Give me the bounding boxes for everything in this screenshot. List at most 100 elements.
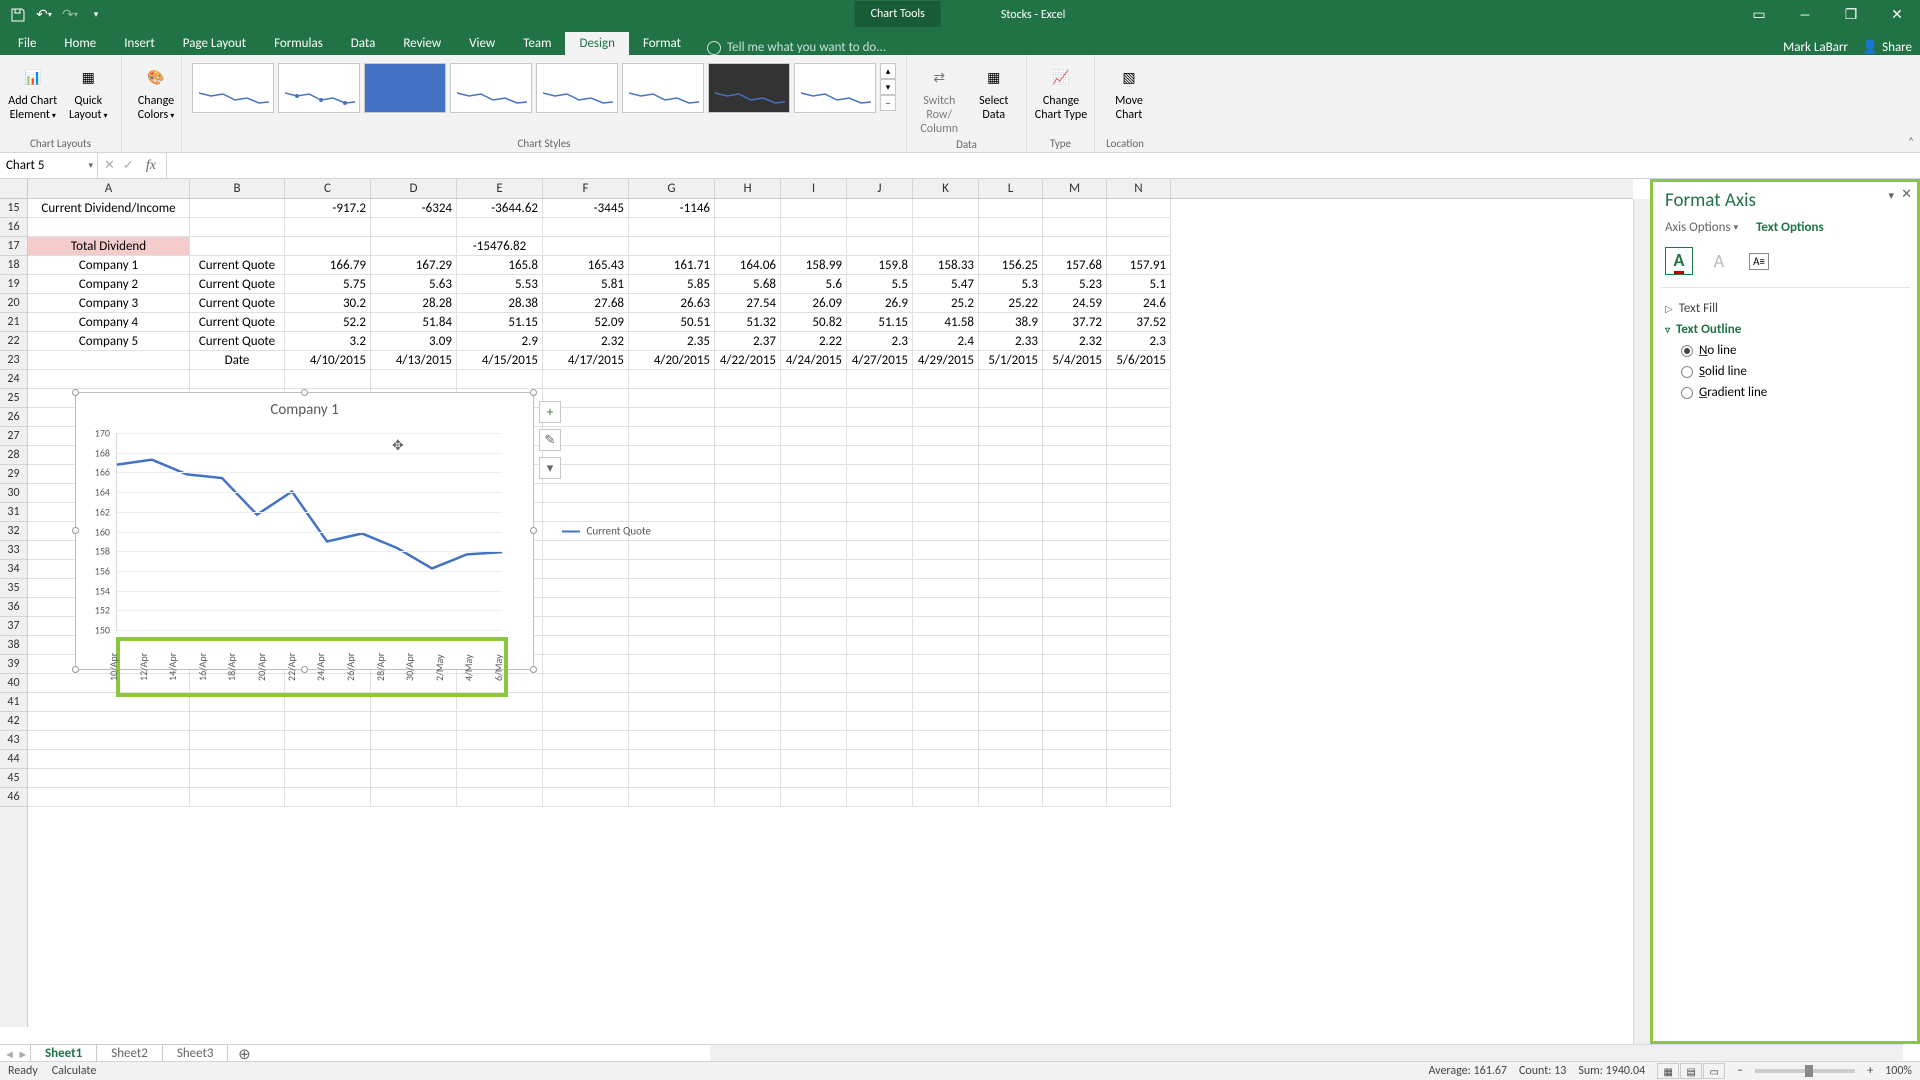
cell[interactable]: 50.51 [629, 313, 715, 332]
cell[interactable] [715, 674, 781, 693]
cell[interactable] [543, 731, 629, 750]
cell[interactable] [543, 598, 629, 617]
cell[interactable]: 26.9 [847, 294, 913, 313]
cell[interactable] [1107, 579, 1171, 598]
chart-style-7[interactable] [708, 63, 790, 113]
cell[interactable] [913, 484, 979, 503]
cell[interactable] [979, 427, 1043, 446]
cell[interactable]: 166.79 [285, 256, 371, 275]
cell[interactable] [457, 788, 543, 807]
cell[interactable] [847, 541, 913, 560]
cell[interactable] [913, 560, 979, 579]
cell[interactable] [781, 370, 847, 389]
cell[interactable] [781, 769, 847, 788]
cell[interactable]: 2.3 [847, 332, 913, 351]
cell[interactable]: 5.6 [781, 275, 847, 294]
chart-style-2[interactable] [278, 63, 360, 113]
resize-handle[interactable] [530, 389, 537, 396]
cell[interactable] [847, 484, 913, 503]
cell[interactable] [371, 218, 457, 237]
cell[interactable] [190, 731, 285, 750]
cell[interactable] [979, 750, 1043, 769]
cell[interactable] [913, 370, 979, 389]
cell[interactable] [847, 636, 913, 655]
cell[interactable] [629, 617, 715, 636]
cell[interactable] [543, 237, 629, 256]
cell[interactable] [979, 731, 1043, 750]
row-header[interactable]: 20 [0, 294, 27, 313]
chart-styles-button[interactable]: ✎ [539, 429, 561, 451]
cell[interactable] [1107, 750, 1171, 769]
cell[interactable] [190, 218, 285, 237]
cell[interactable] [629, 693, 715, 712]
cell[interactable] [629, 427, 715, 446]
cell[interactable]: 5.85 [629, 275, 715, 294]
cell[interactable] [629, 503, 715, 522]
cell[interactable] [847, 389, 913, 408]
cell[interactable]: 27.54 [715, 294, 781, 313]
cell[interactable] [629, 655, 715, 674]
move-chart-button[interactable]: ▧Move Chart [1101, 59, 1157, 123]
cell[interactable]: 38.9 [979, 313, 1043, 332]
cell[interactable]: 5/4/2015 [1043, 351, 1107, 370]
cell[interactable] [781, 560, 847, 579]
x-axis[interactable]: 10/Apr12/Apr14/Apr16/Apr18/Apr20/Apr22/A… [116, 635, 502, 695]
cell[interactable] [715, 579, 781, 598]
text-options-tab[interactable]: Text Options [1756, 220, 1824, 235]
chart-style-1[interactable] [192, 63, 274, 113]
cell[interactable]: -3644.62 [457, 199, 543, 218]
cell[interactable] [715, 446, 781, 465]
cell[interactable] [979, 712, 1043, 731]
cell[interactable]: 51.15 [847, 313, 913, 332]
cell[interactable] [847, 560, 913, 579]
column-header[interactable]: A [28, 179, 190, 198]
cell[interactable]: 24.59 [1043, 294, 1107, 313]
chart-title[interactable]: Company 1 [76, 393, 533, 419]
undo-icon[interactable]: ↶▾ [32, 4, 56, 26]
cell[interactable]: 26.09 [781, 294, 847, 313]
cell[interactable] [715, 541, 781, 560]
row-header[interactable]: 43 [0, 731, 27, 750]
cell[interactable] [847, 465, 913, 484]
cell[interactable] [1107, 484, 1171, 503]
cell[interactable] [847, 408, 913, 427]
quick-layout-button[interactable]: ▦Quick Layout▾ [62, 59, 116, 123]
cell[interactable] [913, 522, 979, 541]
cell[interactable]: 2.9 [457, 332, 543, 351]
cell[interactable] [715, 522, 781, 541]
cell[interactable]: Company 5 [28, 332, 190, 351]
row-header[interactable]: 31 [0, 503, 27, 522]
cell[interactable]: 161.71 [629, 256, 715, 275]
cell[interactable] [913, 769, 979, 788]
cell[interactable] [371, 788, 457, 807]
cell[interactable] [28, 788, 190, 807]
collapse-ribbon-icon[interactable]: ˄ [1908, 135, 1914, 148]
redo-icon[interactable]: ↷▾ [58, 4, 82, 26]
cell[interactable] [190, 199, 285, 218]
cell[interactable]: Current Quote [190, 275, 285, 294]
cell[interactable]: 2.3 [1107, 332, 1171, 351]
cell[interactable] [1107, 503, 1171, 522]
cell[interactable] [781, 199, 847, 218]
row-header[interactable]: 42 [0, 712, 27, 731]
cell[interactable]: 5.1 [1107, 275, 1171, 294]
row-header[interactable]: 28 [0, 446, 27, 465]
row-header[interactable]: 32 [0, 522, 27, 541]
cell[interactable]: 51.32 [715, 313, 781, 332]
zoom-slider[interactable] [1755, 1069, 1855, 1073]
cell[interactable] [28, 712, 190, 731]
cell[interactable]: 167.29 [371, 256, 457, 275]
row-header[interactable]: 35 [0, 579, 27, 598]
column-header[interactable]: H [715, 179, 781, 198]
cell[interactable] [715, 237, 781, 256]
cell[interactable]: 157.68 [1043, 256, 1107, 275]
share-button[interactable]: 👤Share [1862, 40, 1912, 55]
cell[interactable] [543, 750, 629, 769]
cell[interactable] [781, 408, 847, 427]
cell[interactable] [371, 750, 457, 769]
cell[interactable] [913, 237, 979, 256]
cell[interactable] [1107, 541, 1171, 560]
cell[interactable]: 5/1/2015 [979, 351, 1043, 370]
cell[interactable] [781, 484, 847, 503]
tab-team[interactable]: Team [509, 32, 565, 55]
